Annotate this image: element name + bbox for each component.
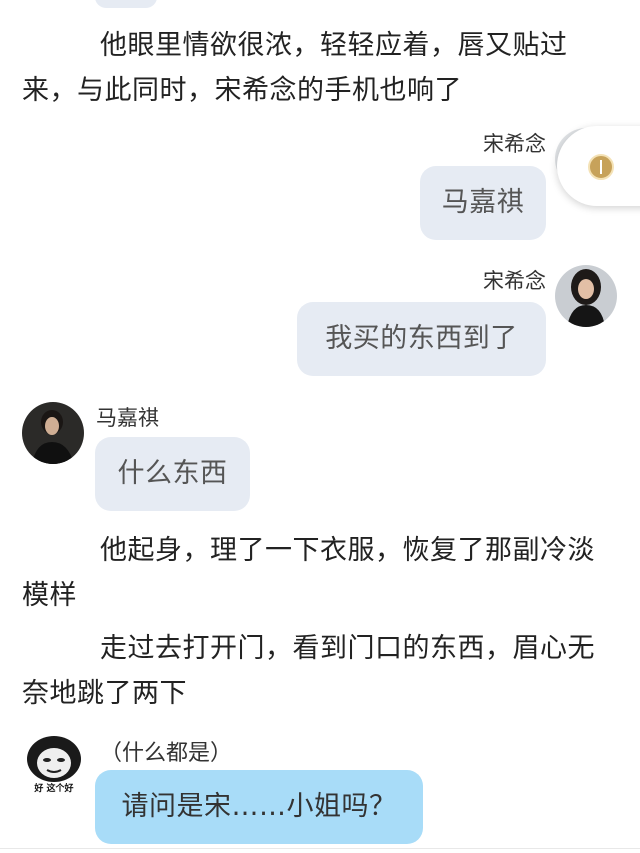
avatar-song-xinian [555, 265, 617, 327]
aside-note: （什么都是） [100, 741, 233, 766]
previous-message-bubble [95, 0, 157, 8]
plus-icon[interactable] [588, 154, 614, 180]
chat-bubble-sent: 我买的东西到了 [297, 302, 546, 376]
narration-paragraph: 走过去打开门，看到门口的东西，眉心无奈地跳了两下 [22, 633, 595, 709]
sender-name: 宋希念 [483, 132, 546, 156]
chat-bubble-received: 什么东西 [95, 437, 250, 511]
chat-bubble-highlighted: 请问是宋……小姐吗？ [95, 770, 423, 844]
sender-name: 宋希念 [483, 269, 546, 293]
meme-caption: 好 这个好 [34, 784, 74, 794]
narration-paragraph: 他起身，理了一下衣服，恢复了那副冷淡模样 [22, 535, 595, 611]
narration-paragraph: 他眼里情欲很浓，轻轻应着，唇又贴过来，与此同时，宋希念的手机也响了 [22, 30, 568, 106]
meme-avatar: 好 这个好 [22, 733, 86, 797]
bottom-divider [0, 848, 640, 849]
avatar-ma-jiaqi [22, 402, 84, 464]
sender-name: 马嘉祺 [96, 406, 159, 430]
chat-bubble-sent: 马嘉祺 [420, 166, 546, 240]
